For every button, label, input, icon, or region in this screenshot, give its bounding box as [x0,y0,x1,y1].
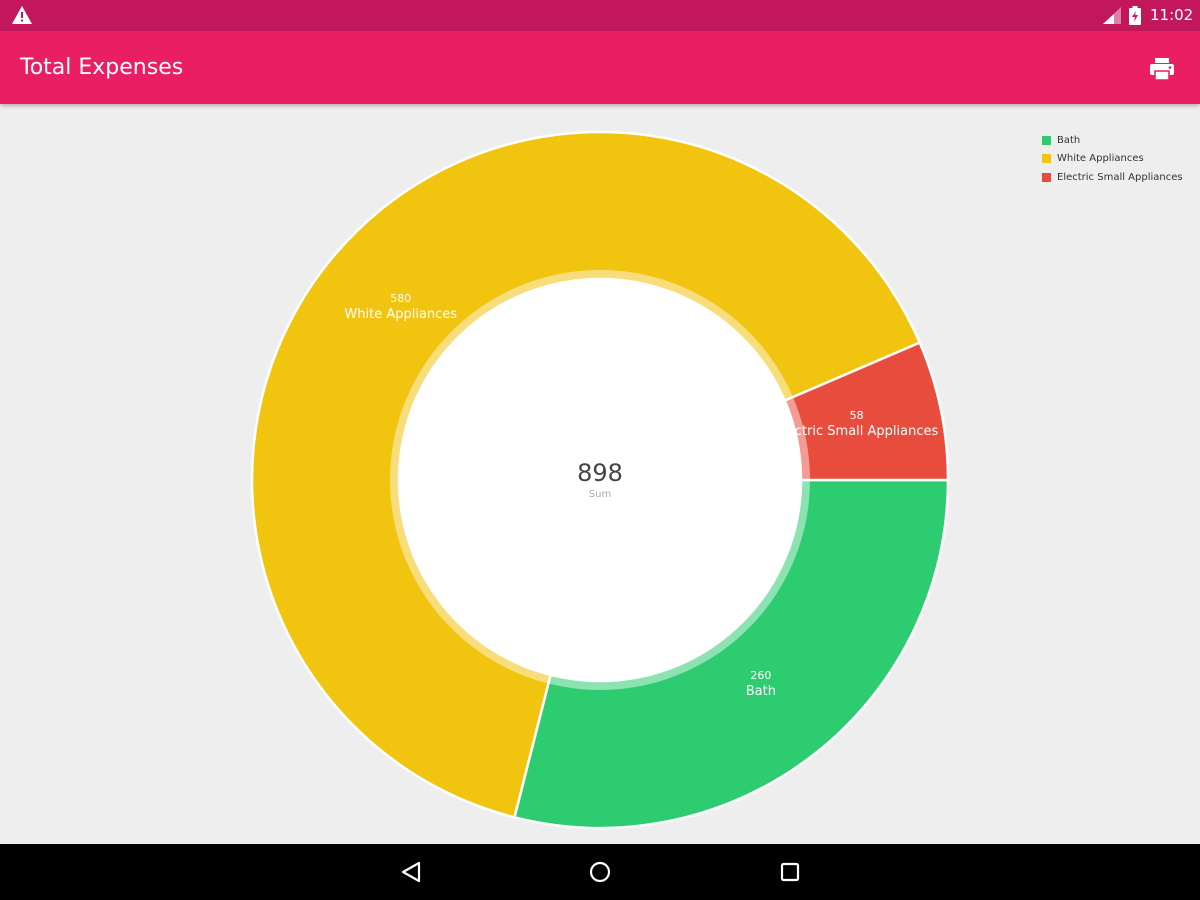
print-button[interactable] [1140,49,1184,89]
print-icon [1150,58,1174,81]
recents-button[interactable] [776,858,804,886]
slice-category-label: White Appliances [344,307,457,322]
slice-category-label: Electric Small Appliances [775,424,939,439]
legend-item-electric-small-appliances: Electric Small Appliances [1042,168,1183,187]
legend-label: Bath [1057,134,1081,146]
legend-item-white-appliances: White Appliances [1042,150,1183,169]
legend-label: Electric Small Appliances [1057,171,1183,183]
clock: 11:02 [1150,6,1194,24]
status-bar: 11:02 [0,0,1200,31]
legend-label: White Appliances [1057,153,1144,165]
legend: Bath White Appliances Electric Small App… [1042,131,1183,187]
slice-category-label: Bath [746,684,776,699]
back-icon [401,861,421,883]
center-total-label: Sum [588,489,612,500]
warning-icon [12,6,32,24]
home-button[interactable] [586,858,614,886]
home-icon [589,861,611,883]
slice-value-label: 260 [750,669,771,682]
legend-swatch [1042,172,1051,182]
legend-swatch [1042,154,1051,164]
back-button[interactable] [397,858,425,886]
signal-icon [1103,7,1121,24]
battery-icon [1129,6,1141,25]
navigation-bar [0,844,1200,900]
recents-icon [780,862,800,882]
chart-area: 260 Bath 580 White Appliances 58 Electric Sma… [0,104,1200,844]
legend-item-bath: Bath [1042,131,1183,150]
slice-value-label: 580 [390,292,411,305]
legend-swatch [1042,135,1051,145]
app-bar: Total Expenses [0,31,1200,104]
center-total-value: 898 [577,459,623,487]
slice-value-label: 58 [850,409,864,422]
page-title: Total Expenses [20,55,184,80]
